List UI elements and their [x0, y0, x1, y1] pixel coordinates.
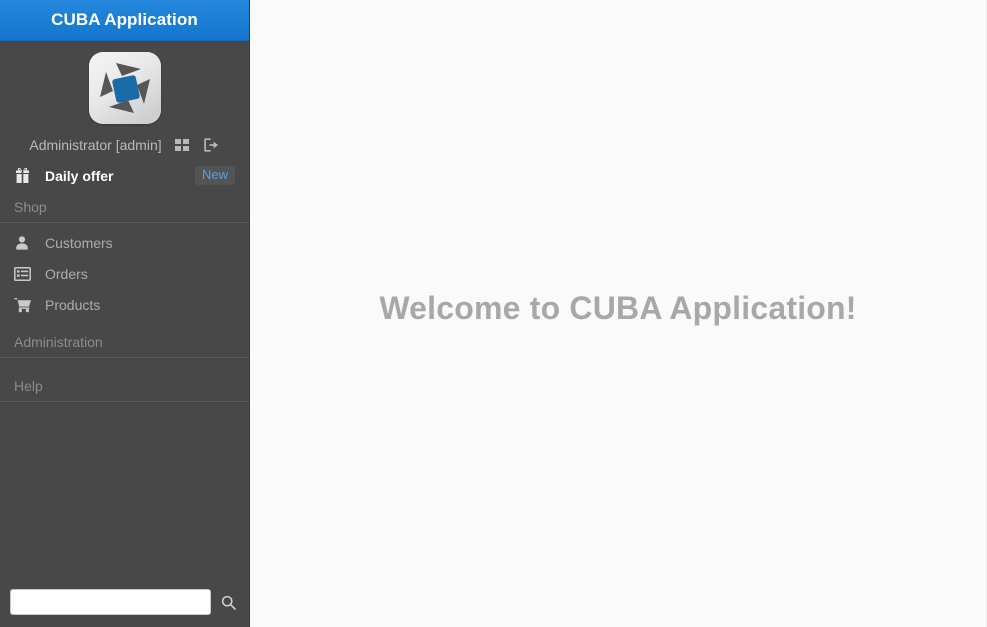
menu-item-products[interactable]: Products — [0, 289, 249, 320]
search-input[interactable] — [10, 589, 211, 615]
menu-section-label: Shop — [14, 198, 47, 215]
search-button[interactable] — [217, 590, 239, 614]
menu-spacer — [0, 402, 249, 579]
user-panel: Administrator [admin] — [0, 41, 249, 160]
user-info-row: Administrator [admin] — [19, 136, 229, 154]
menu-section-shop[interactable]: Shop — [0, 191, 249, 222]
menu-section-administration-body — [0, 358, 249, 370]
welcome-message: Welcome to CUBA Application! — [379, 290, 857, 326]
status-badge: New — [194, 166, 235, 185]
menu-section-administration[interactable]: Administration — [0, 326, 249, 357]
search-icon — [221, 595, 236, 610]
cuba-logo-icon — [88, 52, 161, 124]
user-icon — [14, 235, 36, 251]
sign-out-icon[interactable] — [202, 136, 220, 154]
sidebar: CUBA Application Administrator [admin] D… — [0, 0, 250, 627]
app-title-bar: CUBA Application — [0, 0, 249, 41]
menu-item-orders[interactable]: Orders — [0, 258, 249, 289]
grid-apps-icon[interactable] — [173, 136, 191, 154]
menu-section-label: Help — [14, 377, 43, 394]
menu-section-shop-body: Customers Orders Products — [0, 223, 249, 326]
main-menu: Daily offer New Shop Customers Orders Pr… — [0, 160, 249, 579]
menu-item-label: Customers — [45, 234, 113, 251]
list-table-icon — [14, 266, 36, 281]
app-title: CUBA Application — [51, 10, 198, 29]
menu-item-label: Daily offer — [45, 167, 114, 184]
shopping-cart-icon — [14, 297, 36, 313]
gift-icon — [14, 167, 36, 184]
menu-item-label: Orders — [45, 265, 88, 282]
menu-item-customers[interactable]: Customers — [0, 227, 249, 258]
user-name-label: Administrator [admin] — [29, 137, 162, 153]
menu-item-daily-offer[interactable]: Daily offer New — [0, 160, 249, 191]
menu-section-help[interactable]: Help — [0, 370, 249, 401]
menu-section-label: Administration — [14, 333, 103, 350]
main-content: Welcome to CUBA Application! — [250, 0, 987, 627]
menu-search-area — [0, 579, 249, 627]
application-window: CUBA Application Administrator [admin] D… — [0, 0, 987, 627]
menu-item-label: Products — [45, 296, 101, 313]
